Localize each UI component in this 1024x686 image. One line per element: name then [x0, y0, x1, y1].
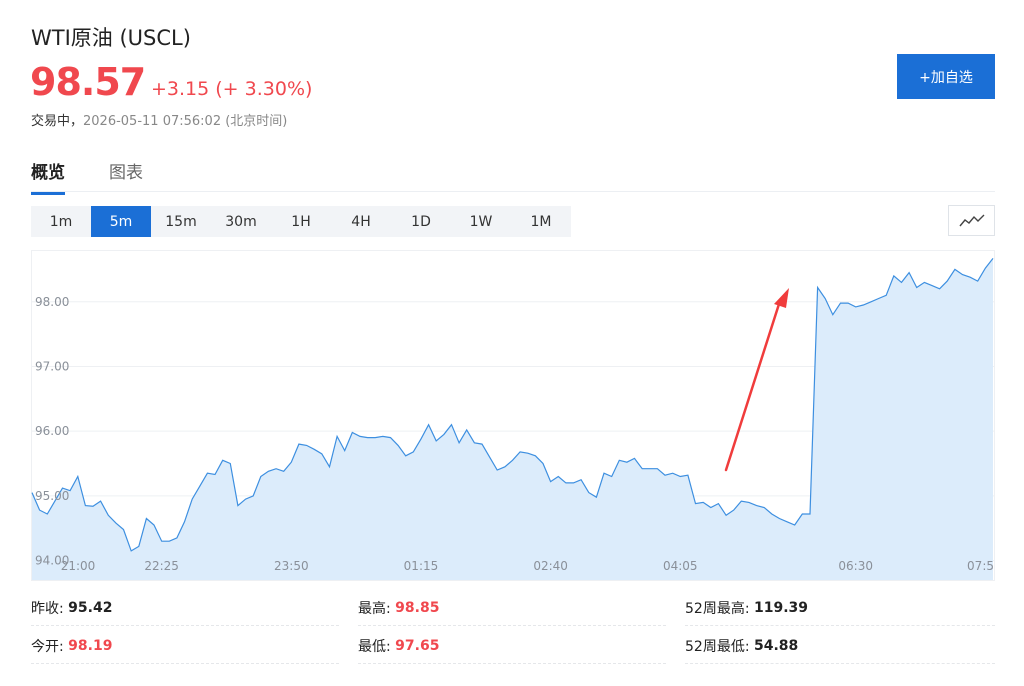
- range-1m-button[interactable]: 1m: [31, 206, 91, 237]
- tab-bar: 概览 图表: [31, 156, 995, 195]
- range-15m-button[interactable]: 15m: [151, 206, 211, 237]
- x-tick-label: 06:30: [838, 559, 873, 573]
- range-30m-button[interactable]: 30m: [211, 206, 271, 237]
- stat-label: 昨收:: [31, 600, 64, 617]
- x-tick-label: 02:40: [533, 559, 568, 573]
- range-1d-button[interactable]: 1D: [391, 206, 451, 237]
- stat-open: 今开: 98.19: [31, 628, 339, 664]
- stat-high: 最高: 98.85: [358, 590, 666, 626]
- stat-52w-high: 52周最高: 119.39: [685, 590, 995, 626]
- tab-overview[interactable]: 概览: [31, 158, 65, 195]
- stat-prev-close: 昨收: 95.42: [31, 590, 339, 626]
- x-tick-label: 22:25: [144, 559, 179, 573]
- price-area: [32, 258, 993, 580]
- line-chart-icon: [958, 214, 984, 226]
- y-tick-label: 96.00: [35, 424, 69, 438]
- timestamp: 2026-05-11 07:56:02 (北京时间): [83, 114, 288, 129]
- annotation-arrow-shaft: [724, 302, 781, 472]
- x-tick-label: 01:15: [404, 559, 439, 573]
- y-tick-label: 95.00: [35, 489, 69, 503]
- stat-label: 今开:: [31, 638, 64, 655]
- stat-value: 97.65: [395, 637, 440, 654]
- instrument-title: WTI原油 (USCL): [31, 26, 191, 50]
- stat-label: 52周最低:: [685, 638, 750, 655]
- range-5m-button[interactable]: 5m: [91, 206, 151, 237]
- time-range-selector: 1m 5m 15m 30m 1H 4H 1D 1W 1M: [31, 206, 571, 237]
- price-change: +3.15 (+ 3.30%): [151, 78, 313, 100]
- price-chart-svg: 94.0095.0096.0097.0098.0021:00 22:25 23:50…: [31, 250, 995, 581]
- y-tick-label: 98.00: [35, 295, 69, 309]
- stat-label: 最低:: [358, 638, 391, 655]
- range-1w-button[interactable]: 1W: [451, 206, 511, 237]
- stat-value: 95.42: [68, 599, 113, 616]
- price-chart[interactable]: 94.00 95.00 96.00 97.00 98.00 21:00 22:25 23:50…: [31, 250, 995, 582]
- chart-type-button[interactable]: [948, 205, 995, 236]
- current-price: 98.57: [30, 60, 146, 104]
- tab-chart[interactable]: 图表: [109, 158, 143, 192]
- range-1mo-button[interactable]: 1M: [511, 206, 571, 237]
- stat-value: 54.88: [753, 637, 799, 654]
- stat-52w-low: 52周最低: 54.88: [685, 628, 995, 664]
- add-watchlist-button[interactable]: +加自选: [897, 54, 995, 99]
- stat-value: 98.85: [395, 599, 440, 616]
- status-text: 交易中，: [31, 114, 84, 129]
- annotation-arrow-head: [774, 288, 789, 308]
- range-4h-button[interactable]: 4H: [331, 206, 391, 237]
- x-tick-label: 23:50: [274, 559, 309, 573]
- stat-low: 最低: 97.65: [358, 628, 666, 664]
- x-tick-label: 21:00: [61, 559, 96, 573]
- y-tick-label: 97.00: [35, 359, 69, 373]
- stat-label: 最高:: [358, 600, 391, 617]
- x-tick-label: 07:5: [967, 559, 994, 573]
- x-tick-label: 04:05: [663, 559, 698, 573]
- stat-value: 119.39: [753, 599, 809, 616]
- range-1h-button[interactable]: 1H: [271, 206, 331, 237]
- stat-label: 52周最高:: [685, 600, 750, 617]
- trading-status: 交易中，2026-05-11 07:56:02 (北京时间): [31, 110, 287, 129]
- stat-value: 98.19: [68, 637, 113, 654]
